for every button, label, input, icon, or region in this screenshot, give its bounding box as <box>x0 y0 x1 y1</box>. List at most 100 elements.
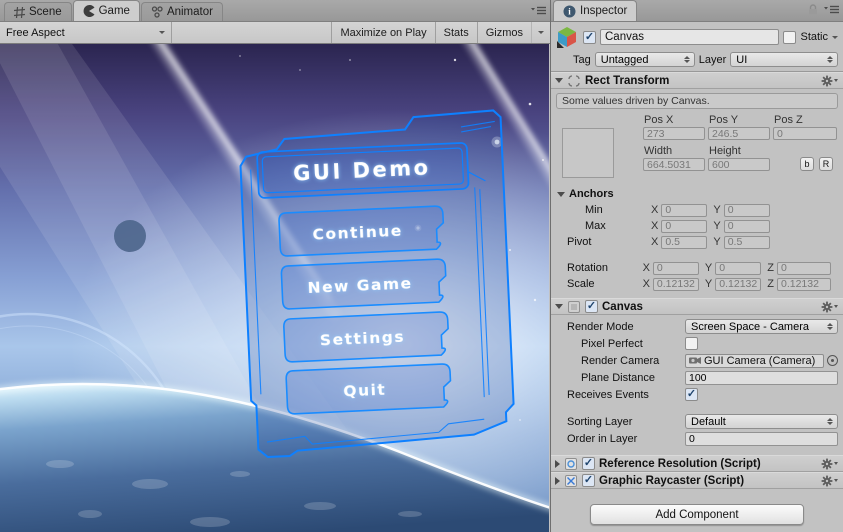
receives-events-checkbox[interactable]: ✓ <box>685 388 698 401</box>
pivot-y-field[interactable]: 0.5 <box>723 235 770 249</box>
panel-menu-icon[interactable] <box>531 6 546 15</box>
anchors-foldout[interactable]: Anchors <box>551 186 843 202</box>
add-component-button[interactable]: Add Component <box>590 504 804 525</box>
inspector-panel: i Inspector ✓ Canvas Static Tag Untagged… <box>550 0 843 532</box>
stats-button[interactable]: Stats <box>434 22 477 43</box>
width-label: Width <box>644 145 673 157</box>
gear-icon[interactable] <box>821 75 838 87</box>
gear-icon[interactable] <box>821 458 838 470</box>
popup-arrows-icon <box>823 56 835 63</box>
pos-z-label: Pos Z <box>774 114 803 126</box>
anchor-min-x-field[interactable]: 0 <box>661 203 708 217</box>
height-field[interactable]: 600 <box>708 158 770 171</box>
gizmos-dropdown-arrow[interactable] <box>531 22 550 43</box>
sorting-layer-row: Sorting Layer Default <box>551 413 843 430</box>
anchor-max-x-field[interactable]: 0 <box>661 219 708 233</box>
reference-resolution-header[interactable]: ✓ Reference Resolution (Script) <box>551 455 843 472</box>
maximize-on-play-button[interactable]: Maximize on Play <box>331 22 434 43</box>
static-checkbox[interactable] <box>783 30 797 44</box>
pos-x-label: Pos X <box>644 114 674 126</box>
panel-menu-icon[interactable] <box>824 5 839 14</box>
menu-button-settings[interactable]: Settings <box>283 311 450 363</box>
gameobject-cube-icon[interactable] <box>555 25 579 49</box>
pos-y-label: Pos Y <box>709 114 739 126</box>
scale-x-field[interactable]: 0.12132 <box>652 277 699 291</box>
gear-icon[interactable] <box>821 301 838 313</box>
scale-y-field[interactable]: 0.12132 <box>715 277 762 291</box>
anchor-preview-box[interactable] <box>562 128 614 178</box>
sorting-layer-dropdown[interactable]: Default <box>685 414 838 429</box>
foldout-open-icon[interactable] <box>555 78 563 83</box>
component-title: Reference Resolution (Script) <box>599 457 761 470</box>
width-field[interactable]: 664.5031 <box>643 158 705 171</box>
space-scene: GUI Demo Continue New Game Settings Quit <box>0 0 730 532</box>
pos-x-field[interactable]: 273 <box>643 127 705 140</box>
foldout-open-icon[interactable] <box>555 304 563 309</box>
menu-button-continue[interactable]: Continue <box>278 205 445 257</box>
scale-row: Scale X 0.12132 Y 0.12132 Z 0.12132 <box>551 276 843 292</box>
raw-edit-mode-button[interactable]: R <box>819 157 833 171</box>
menu-button-label: Quit <box>343 381 387 401</box>
pos-z-field[interactable]: 0 <box>773 127 837 140</box>
pixel-perfect-checkbox[interactable] <box>685 337 698 350</box>
receives-events-row: Receives Events ✓ <box>567 388 698 401</box>
moon <box>114 220 146 252</box>
info-icon: i <box>563 5 576 17</box>
order-in-layer-field[interactable]: 0 <box>685 431 838 446</box>
plane-distance-row: Plane Distance 100 <box>551 369 843 386</box>
component-enabled-checkbox[interactable]: ✓ <box>582 457 595 470</box>
foldout-closed-icon[interactable] <box>555 459 560 468</box>
tag-dropdown[interactable]: Untagged <box>594 52 695 67</box>
rect-transform-header[interactable]: Rect Transform <box>551 72 843 89</box>
anchor-max-y-field[interactable]: 0 <box>723 219 770 233</box>
tab-scene[interactable]: Scene <box>4 2 72 21</box>
object-picker-icon[interactable] <box>827 355 838 366</box>
static-dropdown-arrow[interactable] <box>832 35 838 39</box>
canvas-icon <box>568 300 580 313</box>
rotation-z-field[interactable]: 0 <box>777 261 831 275</box>
tab-inspector[interactable]: i Inspector <box>553 0 638 21</box>
blueprint-mode-button[interactable]: b <box>800 157 814 171</box>
component-title: Graphic Raycaster (Script) <box>599 474 745 487</box>
tab-animator-label: Animator <box>166 6 213 18</box>
anchor-min-y-field[interactable]: 0 <box>723 203 770 217</box>
pixel-perfect-row: Pixel Perfect <box>551 335 843 352</box>
tab-animator[interactable]: Animator <box>140 2 223 21</box>
tab-game[interactable]: Game <box>72 0 140 21</box>
height-label: Height <box>709 145 741 157</box>
game-tabbar: Scene Game Animator <box>0 0 550 22</box>
render-mode-dropdown[interactable]: Screen Space - Camera <box>685 319 838 334</box>
gear-icon[interactable] <box>821 475 838 487</box>
scale-z-field[interactable]: 0.12132 <box>777 277 831 291</box>
component-enabled-checkbox[interactable]: ✓ <box>585 300 598 313</box>
lock-icon[interactable] <box>808 4 818 15</box>
rect-transform-grid: Pos X Pos Y Pos Z 273 246.5 0 Width Heig… <box>551 112 843 186</box>
aspect-dropdown[interactable]: Free Aspect <box>0 22 172 43</box>
menu-button-new-game[interactable]: New Game <box>280 258 447 310</box>
component-enabled-checkbox[interactable]: ✓ <box>582 474 595 487</box>
gui-menu: GUI Demo Continue New Game Settings Quit <box>239 109 515 459</box>
foldout-closed-icon[interactable] <box>555 476 560 485</box>
rotation-x-field[interactable]: 0 <box>652 261 699 275</box>
tab-inspector-label: Inspector <box>580 5 628 17</box>
pos-y-field[interactable]: 246.5 <box>708 127 770 140</box>
tab-scene-label: Scene <box>29 6 62 18</box>
graphic-raycaster-header[interactable]: ✓ Graphic Raycaster (Script) <box>551 472 843 489</box>
canvas-component-header[interactable]: ✓ Canvas <box>551 298 843 315</box>
gameobject-header: ✓ Canvas Static Tag Untagged Layer UI <box>551 22 843 72</box>
menu-button-quit[interactable]: Quit <box>285 363 452 415</box>
plane-distance-field[interactable]: 100 <box>685 370 838 385</box>
render-camera-object-field[interactable]: GUI Camera (Camera) <box>685 353 824 368</box>
chevron-down-icon <box>159 31 165 34</box>
rotation-y-field[interactable]: 0 <box>715 261 762 275</box>
gizmos-button[interactable]: Gizmos <box>476 22 531 43</box>
anchors-min-row: Min X0 Y0 <box>551 202 843 218</box>
active-checkbox[interactable]: ✓ <box>583 30 596 44</box>
layer-dropdown[interactable]: UI <box>730 52 838 67</box>
pivot-x-field[interactable]: 0.5 <box>661 235 708 249</box>
order-in-layer-row: Order in Layer 0 <box>551 430 843 447</box>
render-mode-row: Render Mode Screen Space - Camera <box>551 318 843 335</box>
rotation-row: Rotation X0 Y0 Z0 <box>551 260 843 276</box>
inspector-tabbar: i Inspector <box>551 0 843 22</box>
gameobject-name-field[interactable]: Canvas <box>600 29 780 45</box>
